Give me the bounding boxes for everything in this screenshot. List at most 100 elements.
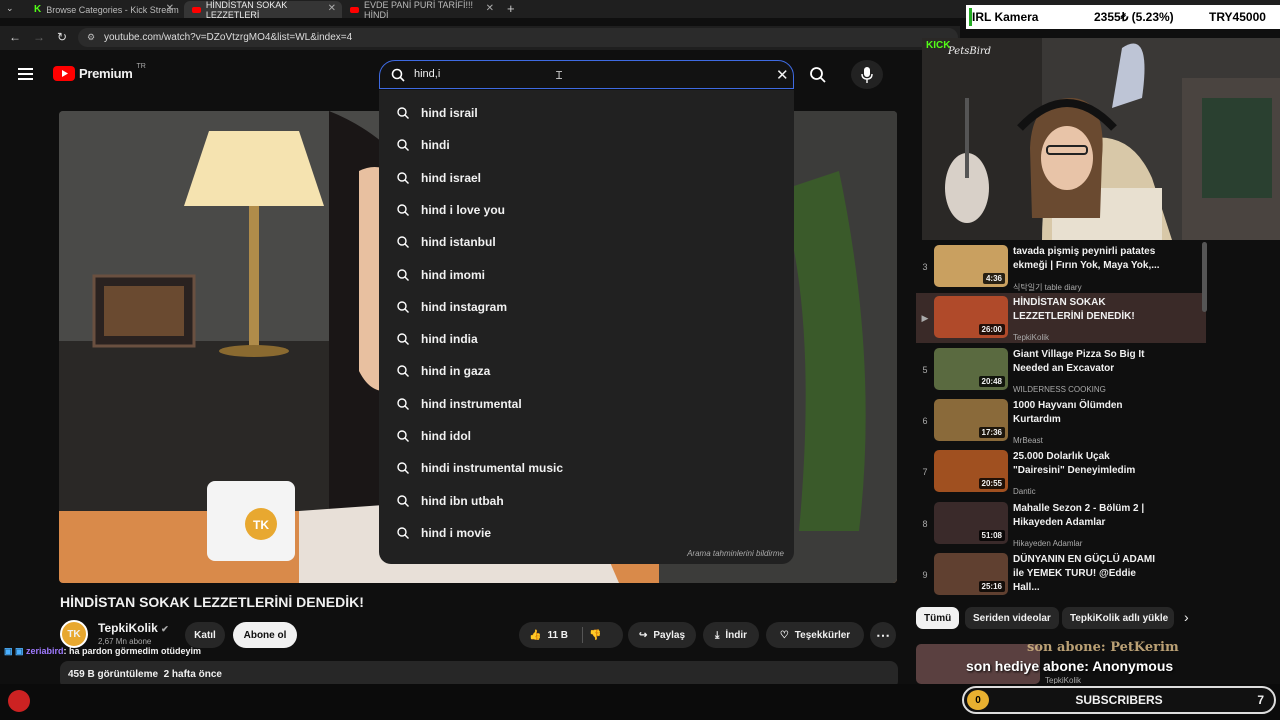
- channel-avatar[interactable]: TK: [60, 620, 88, 648]
- suggestion-item[interactable]: hind instrumental: [379, 389, 794, 419]
- chip-label: TepkiKolik adlı yükle: [1070, 612, 1169, 624]
- divider: [582, 627, 584, 643]
- tab-youtube-2[interactable]: EVDE PANİ PURİ TARİFİ!!! HİNDİ ✕: [342, 0, 500, 20]
- chip-all[interactable]: Tümü: [916, 607, 960, 629]
- chat-username: zeriabird: [26, 646, 64, 656]
- suggestion-item[interactable]: hind idol: [379, 421, 794, 451]
- close-icon[interactable]: ✕: [486, 3, 494, 14]
- chevron-right-icon[interactable]: ›: [1184, 609, 1189, 625]
- playlist-title[interactable]: Mahalle Sezon 2 - Bölüm 2 | Hikayeden Ad…: [1013, 502, 1163, 530]
- streamer-name: PetsBird: [948, 46, 992, 57]
- playlist-panel: 3 4:36 tavada pişmiş peynirli patates ekme…: [916, 240, 1210, 595]
- search-icon: [397, 430, 409, 445]
- suggestion-item[interactable]: hind i love you: [379, 195, 794, 225]
- subscribe-button[interactable]: Abone ol: [233, 622, 297, 648]
- site-info-icon[interactable]: ⚙: [87, 32, 95, 43]
- search-icon: [397, 494, 409, 510]
- chip-label: Seriden videolar: [973, 612, 1051, 624]
- join-button[interactable]: Katıl: [185, 622, 225, 648]
- report-predictions-link[interactable]: Arama tahminlerini bildirme: [687, 549, 784, 558]
- clear-search-icon[interactable]: ✕: [776, 66, 789, 84]
- suggestion-text: hind instrumental: [421, 396, 522, 411]
- playlist-thumbnail[interactable]: 20:48: [934, 347, 1008, 390]
- reload-icon[interactable]: ↻: [57, 30, 67, 44]
- playlist-channel: Hikayeden Adamlar: [1013, 538, 1083, 548]
- youtube-premium-logo[interactable]: Premium TR: [53, 63, 146, 81]
- like-icon[interactable]: 👍: [529, 630, 541, 641]
- suggestion-item[interactable]: hindi: [379, 130, 794, 160]
- playlist-item[interactable]: 8 51:08 Mahalle Sezon 2 - Bölüm 2 | Hikaye…: [916, 499, 1206, 549]
- playlist-title[interactable]: DÜNYANIN EN GÜÇLÜ ADAMI ile YEMEK TURU! …: [1013, 553, 1163, 595]
- suggestion-item[interactable]: hind in gaza: [379, 356, 794, 386]
- playlist-index: 5: [922, 364, 928, 375]
- chip-label: Tümü: [924, 612, 952, 624]
- back-icon[interactable]: ←: [9, 30, 21, 44]
- suggestion-text: hind in gaza: [421, 364, 491, 379]
- dislike-icon[interactable]: 👎: [589, 630, 601, 641]
- close-icon[interactable]: ✕: [328, 3, 336, 14]
- playlist-item[interactable]: ▶ 26:00 HİNDİSTAN SOKAK LEZZETLERİNİ DENED…: [916, 293, 1206, 344]
- search-icon: [397, 333, 409, 348]
- voice-search-button[interactable]: [851, 60, 883, 89]
- playlist-item[interactable]: 7 20:55 25.000 Dolarlık Uçak "Dairesini" D…: [916, 447, 1206, 497]
- playlist-scrollbar[interactable]: [1202, 242, 1207, 312]
- youtube-logo-icon: [53, 66, 75, 81]
- search-icon: [397, 107, 409, 122]
- playlist-item[interactable]: 5 20:48 Giant Village Pizza So Big It Need…: [916, 345, 1206, 395]
- playlist-thumbnail[interactable]: 20:55: [934, 450, 1008, 493]
- new-tab-button[interactable]: +: [507, 1, 515, 16]
- chat-text: : ha pardon görmedim otüdeyim: [63, 646, 202, 656]
- tab-label: Browse Categories - Kick Stream: [46, 4, 179, 15]
- suggestion-item[interactable]: hind imomi: [379, 260, 794, 290]
- share-button[interactable]: ↪ Paylaş: [628, 622, 696, 648]
- search-box[interactable]: hind,i Ɪ ✕: [379, 60, 794, 89]
- suggestion-text: hind imomi: [421, 267, 485, 282]
- subscriber-count: 2,67 Mn abone: [98, 637, 152, 646]
- playlist-thumbnail[interactable]: 51:08: [934, 501, 1008, 544]
- suggestion-item[interactable]: hind istanbul: [379, 227, 794, 257]
- suggestion-item[interactable]: hind i movie: [379, 518, 794, 548]
- playlist-title[interactable]: tavada pişmiş peynirli patates ekmeği | …: [1013, 245, 1163, 273]
- tab-kick[interactable]: K Browse Categories - Kick Stream ✕: [26, 1, 180, 18]
- chip-channel-uploads[interactable]: TepkiKolik adlı yükle: [1062, 607, 1174, 629]
- playlist-thumbnail[interactable]: 4:36: [934, 245, 1008, 287]
- playlist-title[interactable]: 1000 Hayvanı Ölümden Kurtardım: [1013, 399, 1163, 427]
- playlist-index: 6: [922, 415, 928, 426]
- menu-icon[interactable]: [18, 68, 33, 80]
- tab-list-chevron-icon[interactable]: ⌄: [6, 3, 14, 14]
- close-icon[interactable]: ✕: [166, 3, 174, 14]
- playlist-thumbnail[interactable]: 26:00: [934, 296, 1008, 339]
- channel-name[interactable]: TepkiKolik ✔: [98, 621, 169, 635]
- playlist-item[interactable]: 3 4:36 tavada pişmiş peynirli patates ekme…: [916, 242, 1206, 292]
- avatar-text: TK: [67, 628, 81, 640]
- search-icon: [397, 139, 409, 154]
- suggestion-item[interactable]: hind instagram: [379, 292, 794, 322]
- chip-series[interactable]: Seriden videolar: [965, 607, 1059, 629]
- search-icon: [397, 527, 409, 542]
- subs-target: 7: [1257, 693, 1264, 707]
- download-button[interactable]: ⤓ İndir: [703, 622, 759, 648]
- suggestion-item[interactable]: hind israel: [379, 163, 794, 193]
- search-input[interactable]: hind,i: [414, 68, 440, 80]
- suggestion-text: hind israel: [421, 170, 482, 185]
- forward-icon[interactable]: →: [33, 30, 45, 44]
- verified-icon: ✔: [161, 624, 169, 634]
- search-button[interactable]: [800, 60, 836, 89]
- playlist-item[interactable]: 9 25:16 DÜNYANIN EN GÜÇLÜ ADAMI ile YEMEK …: [916, 550, 1206, 600]
- playlist-item[interactable]: 6 17:36 1000 Hayvanı Ölümden Kurtardım MrBe…: [916, 396, 1206, 446]
- suggestion-item[interactable]: hind ibn utbah: [379, 486, 794, 516]
- playlist-thumbnail[interactable]: 25:16: [934, 552, 1008, 595]
- thanks-button[interactable]: ♡ Teşekkürler: [766, 622, 864, 648]
- suggestion-item[interactable]: hind india: [379, 324, 794, 354]
- playlist-index: 8: [922, 518, 928, 529]
- suggestion-item[interactable]: hindi instrumental music: [379, 453, 794, 483]
- playlist-title[interactable]: 25.000 Dolarlık Uçak "Dairesini" Deneyim…: [1013, 450, 1163, 478]
- like-count[interactable]: 11 B: [547, 630, 568, 641]
- url-field[interactable]: ⚙ youtube.com/watch?v=DZoVtzrgMO4&list=W…: [78, 28, 958, 47]
- suggestion-item[interactable]: hind israil: [379, 98, 794, 128]
- playlist-thumbnail[interactable]: 17:36: [934, 398, 1008, 441]
- more-actions-icon[interactable]: ⋯: [870, 622, 896, 648]
- tab-youtube-active[interactable]: HİNDİSTAN SOKAK LEZZETLERİ ✕: [184, 0, 342, 20]
- playlist-title[interactable]: Giant Village Pizza So Big It Needed an …: [1013, 348, 1163, 376]
- playlist-title[interactable]: HİNDİSTAN SOKAK LEZZETLERİNİ DENEDİK!: [1013, 296, 1163, 324]
